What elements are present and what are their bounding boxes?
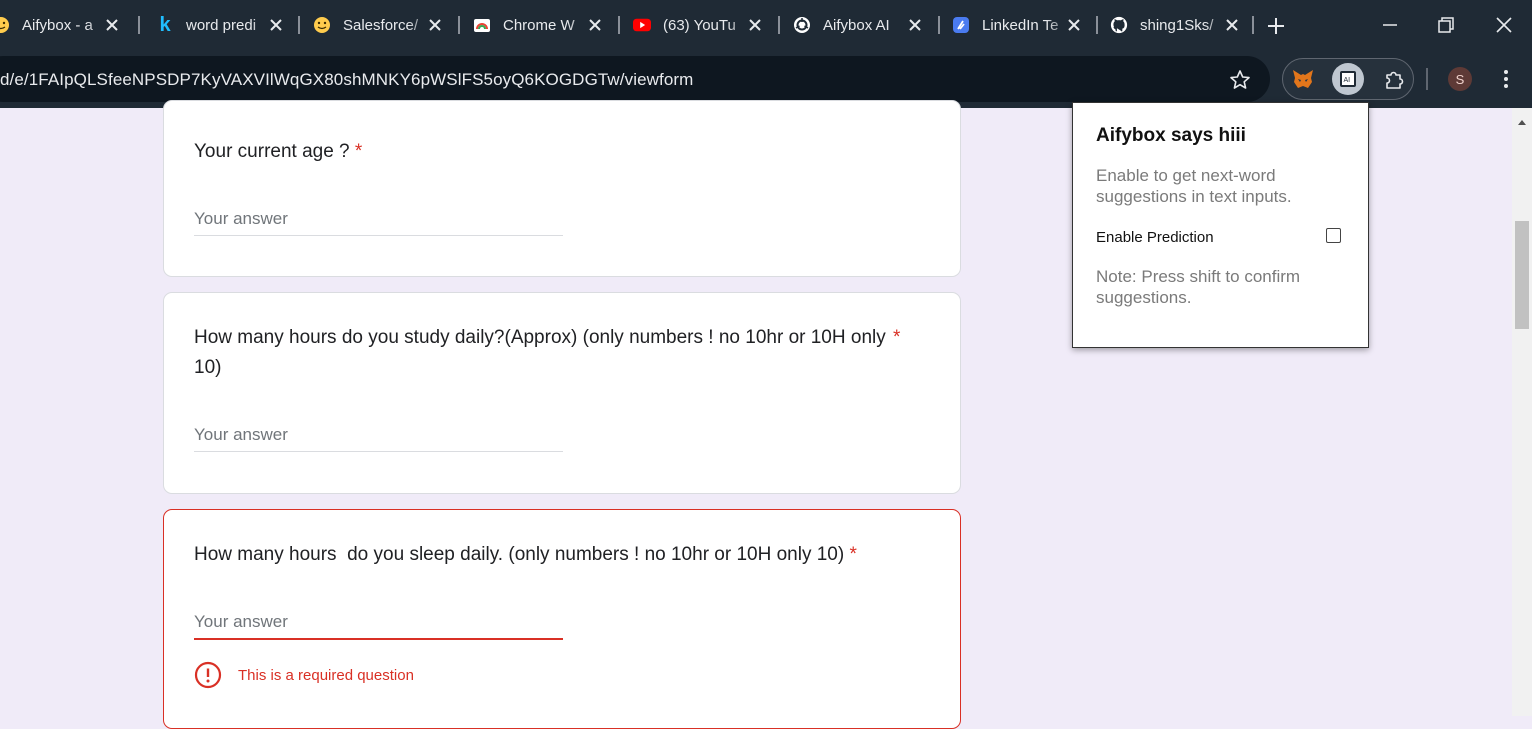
tab-strip: Aifybox - a k word predi Salesforce/ Chr… (0, 0, 1532, 50)
question-card: How many hours do you study daily?(Appro… (163, 292, 961, 494)
question-title: How many hours do you sleep daily. (only… (194, 540, 857, 570)
tab-github[interactable]: shing1Sks/ (1110, 0, 1242, 50)
tab-separator (938, 16, 940, 34)
profile-avatar[interactable]: S (1448, 67, 1472, 91)
tab-separator (1252, 16, 1254, 34)
tab-title: Aifybox - a (22, 16, 93, 34)
enable-prediction-checkbox[interactable] (1326, 228, 1341, 243)
error-exclamation-icon (194, 661, 222, 689)
tab-word-prediction[interactable]: k word predi (156, 0, 286, 50)
question-card: Your current age ? * Your answer (163, 100, 961, 277)
tab-chrome-web-store[interactable]: Chrome W (473, 0, 605, 50)
popup-description: Enable to get next-word suggestions in t… (1096, 166, 1292, 206)
scroll-up-arrow-icon[interactable] (1516, 114, 1528, 125)
tab-aifybox[interactable]: Aifybox - a (0, 0, 122, 50)
answer-input-sleep-hours[interactable]: Your answer (194, 610, 563, 640)
error-message-row: This is a required question (194, 661, 414, 689)
chrome-web-store-icon (473, 16, 491, 34)
new-tab-plus-icon[interactable] (1264, 14, 1288, 38)
error-message: This is a required question (238, 666, 414, 684)
close-icon[interactable] (266, 15, 286, 35)
tab-title: Aifybox AI (823, 16, 890, 34)
tab-separator (138, 16, 140, 34)
popup-note: Note: Press shift to confirm suggestions… (1096, 267, 1301, 307)
tab-title: Salesforce/ (343, 16, 419, 34)
enable-prediction-label: Enable Prediction (1096, 229, 1214, 246)
openai-icon (793, 16, 811, 34)
required-asterisk: * (354, 141, 363, 162)
minimize-icon[interactable] (1378, 13, 1402, 37)
youtube-icon (633, 16, 651, 34)
question-text-continued: 10) (194, 357, 222, 378)
tab-title: (63) YouTu (663, 16, 736, 34)
tab-separator (298, 16, 300, 34)
bookmark-star-icon[interactable] (1228, 68, 1252, 92)
close-icon[interactable] (905, 15, 925, 35)
window-close-icon[interactable] (1492, 13, 1516, 37)
github-icon (1110, 16, 1128, 34)
close-icon[interactable] (102, 15, 122, 35)
tab-title: shing1Sks/ (1140, 16, 1214, 34)
question-text: How many hours do you sleep daily. (only… (194, 544, 845, 565)
metamask-fox-icon[interactable] (1287, 63, 1319, 95)
close-icon[interactable] (1064, 15, 1084, 35)
huggingface-icon (0, 16, 10, 34)
toolbar-separator (1426, 68, 1428, 90)
tab-separator (458, 16, 460, 34)
tab-separator (1096, 16, 1098, 34)
required-asterisk: * (893, 327, 901, 348)
answer-input-study-hours[interactable]: Your answer (194, 423, 563, 452)
question-text: Your current age ? (194, 141, 350, 162)
question-text: How many hours do you study daily?(Appro… (194, 327, 886, 348)
question-title: Your current age ? * (194, 137, 362, 167)
aifybox-popup: Aifybox says hiii Enable to get next-wor… (1072, 102, 1369, 348)
close-icon[interactable] (585, 15, 605, 35)
huggingface-icon (313, 16, 331, 34)
close-icon[interactable] (1222, 15, 1242, 35)
svg-text:AI: AI (1344, 77, 1351, 84)
tab-title: LinkedIn Te (982, 16, 1059, 34)
restore-icon[interactable] (1434, 13, 1458, 37)
linkedin-tool-icon (952, 16, 970, 34)
close-icon[interactable] (425, 15, 445, 35)
close-icon[interactable] (745, 15, 765, 35)
tab-title: word predi (186, 16, 257, 34)
question-card-error: How many hours do you sleep daily. (only… (163, 509, 961, 729)
browser-menu-icon[interactable] (1496, 67, 1516, 91)
answer-input-age[interactable]: Your answer (194, 207, 563, 236)
tab-separator (778, 16, 780, 34)
tab-separator (618, 16, 620, 34)
tab-aifybox-ai[interactable]: Aifybox AI (793, 0, 925, 50)
popup-title: Aifybox says hiii (1096, 125, 1246, 146)
scrollbar-thumb[interactable] (1515, 221, 1529, 329)
tab-linkedin-tool[interactable]: LinkedIn Te (952, 0, 1084, 50)
kaggle-k-icon: k (159, 13, 171, 36)
address-url[interactable]: d/e/1FAIpQLSfeeNPSDP7KyVAXVIlWqGX80shMNK… (0, 70, 693, 90)
aifybox-extension-icon[interactable]: AI (1332, 63, 1364, 95)
tab-salesforce[interactable]: Salesforce/ (313, 0, 445, 50)
tab-title: Chrome W (503, 16, 575, 34)
question-title: How many hours do you study daily?(Appro… (194, 323, 934, 383)
page-scrollbar[interactable] (1512, 108, 1532, 716)
tab-youtube[interactable]: (63) YouTu (633, 0, 765, 50)
puzzle-extensions-icon[interactable] (1378, 63, 1410, 95)
required-asterisk: * (849, 544, 857, 565)
